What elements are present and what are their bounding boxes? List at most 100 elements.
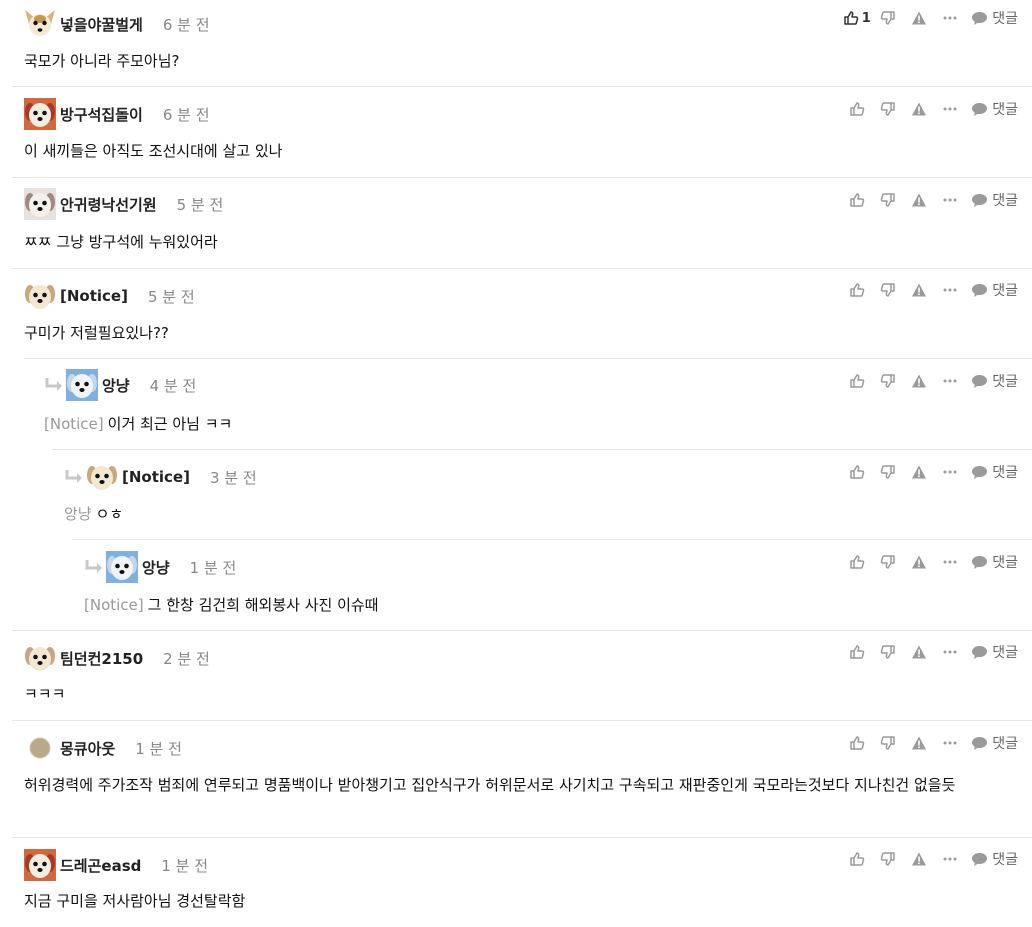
- like-button[interactable]: [841, 99, 872, 119]
- comment-author[interactable]: 방구석집돌이: [60, 104, 143, 125]
- avatar[interactable]: [86, 461, 118, 493]
- dislike-button[interactable]: [872, 8, 903, 28]
- mention[interactable]: [Notice]: [84, 596, 144, 614]
- thumbs-down-icon: [880, 373, 896, 389]
- comment-reply: [Notice] 3 분 전 앙냥 ㅇㅎ 댓글: [52, 449, 1032, 539]
- report-button[interactable]: [903, 552, 934, 572]
- comment-author[interactable]: 앙냥: [102, 375, 130, 396]
- reply-button[interactable]: 댓글: [971, 8, 1018, 28]
- like-button[interactable]: [841, 190, 872, 210]
- comment-author[interactable]: 팀던컨2150: [60, 648, 143, 669]
- more-icon: [942, 10, 958, 26]
- more-icon: [942, 644, 958, 660]
- report-button[interactable]: [903, 733, 934, 753]
- comment-actions: 댓글: [841, 280, 1018, 300]
- comment-author[interactable]: 앙냥: [142, 557, 170, 578]
- comment-author[interactable]: [Notice]: [122, 468, 190, 486]
- more-icon: [942, 735, 958, 751]
- avatar[interactable]: [24, 98, 56, 130]
- comment-author[interactable]: 몽큐아웃: [60, 738, 115, 759]
- more-button[interactable]: [934, 99, 965, 119]
- comment-author[interactable]: 드레곤easd: [60, 855, 141, 876]
- reply-button[interactable]: 댓글: [971, 642, 1018, 662]
- like-button[interactable]: [841, 642, 872, 662]
- dislike-button[interactable]: [872, 849, 903, 869]
- more-button[interactable]: [934, 190, 965, 210]
- more-button[interactable]: [934, 552, 965, 572]
- report-button[interactable]: [903, 462, 934, 482]
- reply-button[interactable]: 댓글: [971, 733, 1018, 753]
- more-button[interactable]: [934, 8, 965, 28]
- report-button[interactable]: [903, 190, 934, 210]
- comment-author[interactable]: [Notice]: [60, 287, 128, 305]
- more-button[interactable]: [934, 280, 965, 300]
- mention[interactable]: 앙냥: [64, 505, 92, 523]
- reply-button[interactable]: 댓글: [971, 99, 1018, 119]
- avatar[interactable]: [24, 849, 56, 881]
- avatar[interactable]: [24, 8, 56, 40]
- comment: 안귀령낙선기원 5 분 전 ㅉㅉ 그냥 방구석에 누워있어라 댓글: [12, 177, 1032, 268]
- like-button[interactable]: [841, 552, 872, 572]
- report-button[interactable]: [903, 642, 934, 662]
- dislike-button[interactable]: [872, 733, 903, 753]
- comment-body: 지금 구미을 저사람아님 경선탈락함: [24, 890, 245, 912]
- comment-icon: [971, 645, 988, 660]
- comment-icon: [971, 852, 988, 867]
- comment-reply: 앙냥 1 분 전 [Notice] 그 한창 김건희 해외봉사 사진 이슈때 댓글: [72, 539, 1032, 630]
- comment-text: ㅋㅋㅋ: [24, 685, 66, 703]
- like-button[interactable]: [841, 280, 872, 300]
- comment-author[interactable]: 안귀령낙선기원: [60, 194, 157, 215]
- reply-button[interactable]: 댓글: [971, 462, 1018, 482]
- reply-button[interactable]: 댓글: [971, 552, 1018, 572]
- like-button[interactable]: [841, 462, 872, 482]
- comment: [Notice] 5 분 전 구미가 저럴필요있나?? 댓글: [12, 268, 1032, 358]
- dislike-button[interactable]: [872, 280, 903, 300]
- report-button[interactable]: [903, 849, 934, 869]
- dislike-button[interactable]: [872, 190, 903, 210]
- comment-author[interactable]: 넣을야꿀벌게: [60, 14, 143, 35]
- thumbs-up-icon: [849, 851, 865, 867]
- thumbs-up-icon: [849, 192, 865, 208]
- avatar[interactable]: [24, 732, 56, 764]
- reply-button[interactable]: 댓글: [971, 280, 1018, 300]
- thumbs-down-icon: [880, 282, 896, 298]
- report-button[interactable]: [903, 280, 934, 300]
- comment-header: [Notice] 5 분 전: [24, 280, 195, 312]
- report-button[interactable]: [903, 371, 934, 391]
- reply-button[interactable]: 댓글: [971, 849, 1018, 869]
- more-button[interactable]: [934, 462, 965, 482]
- more-button[interactable]: [934, 642, 965, 662]
- dislike-button[interactable]: [872, 642, 903, 662]
- comment: 팀던컨2150 2 분 전 ㅋㅋㅋ 댓글: [12, 630, 1032, 720]
- reply-button[interactable]: 댓글: [971, 371, 1018, 391]
- more-button[interactable]: [934, 849, 965, 869]
- comment-time: 5 분 전: [176, 195, 224, 214]
- comment-body: 허위경력에 주가조작 범죄에 연루되고 명품백이나 받아챙기고 집안식구가 허위…: [24, 774, 1024, 796]
- avatar[interactable]: [66, 369, 98, 401]
- dislike-button[interactable]: [872, 371, 903, 391]
- avatar[interactable]: [106, 551, 138, 583]
- more-icon: [942, 192, 958, 208]
- avatar[interactable]: [24, 280, 56, 312]
- comment-text: 국모가 아니라 주모아님?: [24, 52, 180, 70]
- reply-button[interactable]: 댓글: [971, 190, 1018, 210]
- dislike-button[interactable]: [872, 99, 903, 119]
- mention[interactable]: [Notice]: [44, 415, 104, 433]
- like-button[interactable]: 1: [841, 8, 872, 28]
- reply-button-label: 댓글: [992, 283, 1018, 299]
- comment-header: 앙냥 1 분 전: [84, 551, 236, 583]
- dislike-button[interactable]: [872, 462, 903, 482]
- avatar[interactable]: [24, 188, 56, 220]
- dislike-button[interactable]: [872, 552, 903, 572]
- comment-icon: [971, 736, 988, 751]
- report-button[interactable]: [903, 99, 934, 119]
- like-button[interactable]: [841, 371, 872, 391]
- reply-button-label: 댓글: [992, 555, 1018, 571]
- thumbs-up-icon: [849, 101, 865, 117]
- report-button[interactable]: [903, 8, 934, 28]
- more-button[interactable]: [934, 733, 965, 753]
- like-button[interactable]: [841, 849, 872, 869]
- like-button[interactable]: [841, 733, 872, 753]
- avatar[interactable]: [24, 642, 56, 674]
- more-button[interactable]: [934, 371, 965, 391]
